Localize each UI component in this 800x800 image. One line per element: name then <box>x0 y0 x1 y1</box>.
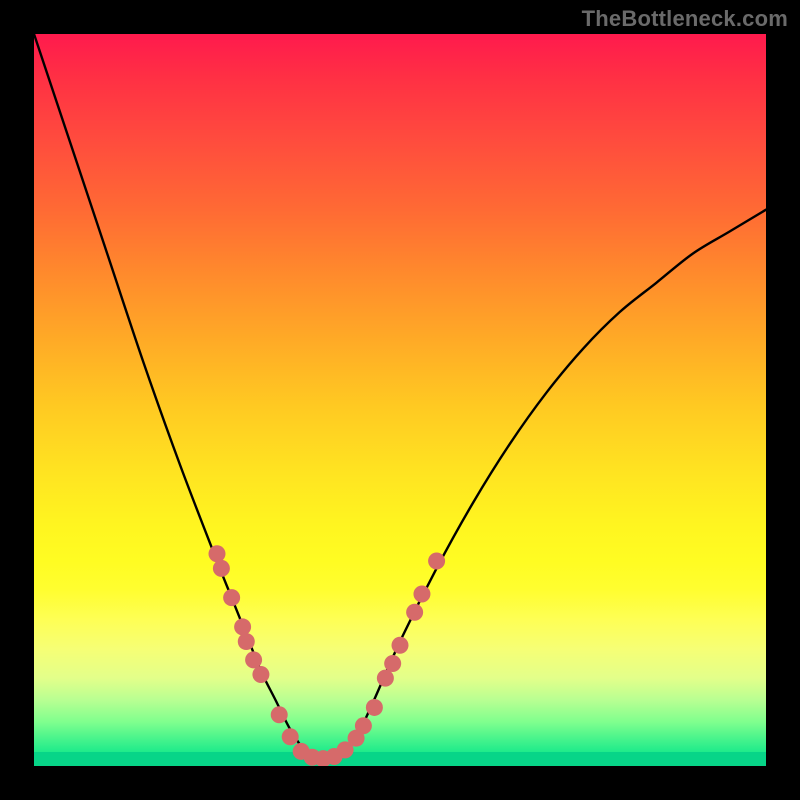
curve-marker <box>413 585 430 602</box>
curve-marker <box>223 589 240 606</box>
curve-marker <box>428 553 445 570</box>
curve-marker <box>213 560 230 577</box>
curve-marker <box>252 666 269 683</box>
curve-marker <box>355 717 372 734</box>
curve-marker <box>392 637 409 654</box>
curve-marker <box>238 633 255 650</box>
curve-marker <box>282 728 299 745</box>
curve-markers <box>209 545 446 766</box>
curve-marker <box>209 545 226 562</box>
curve-marker <box>245 651 262 668</box>
plot-area <box>34 34 766 766</box>
watermark-text: TheBottleneck.com <box>582 6 788 32</box>
curve-layer <box>34 34 766 766</box>
curve-marker <box>366 699 383 716</box>
curve-marker <box>234 618 251 635</box>
curve-marker <box>384 655 401 672</box>
curve-marker <box>377 670 394 687</box>
chart-container: TheBottleneck.com <box>0 0 800 800</box>
curve-marker <box>406 604 423 621</box>
curve-marker <box>271 706 288 723</box>
